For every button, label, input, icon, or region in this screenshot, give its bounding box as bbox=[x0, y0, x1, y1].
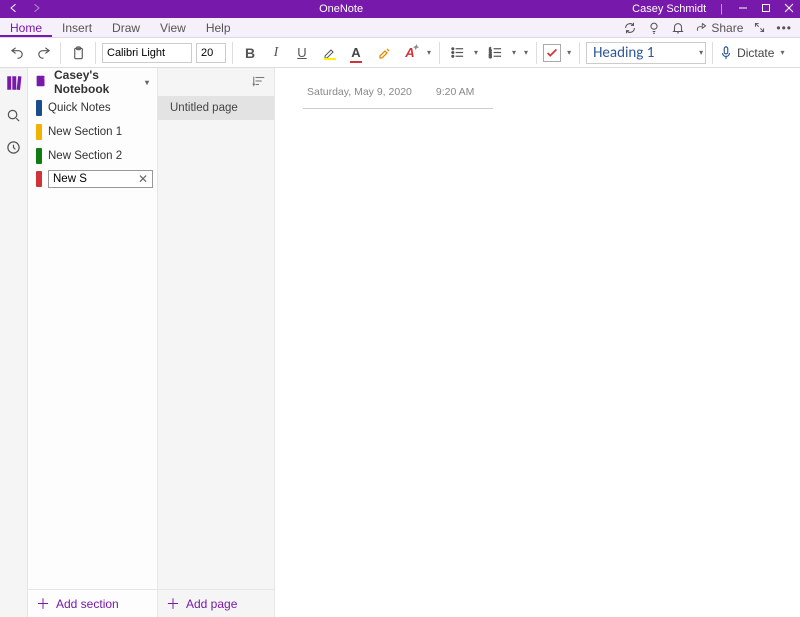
section-name-input[interactable] bbox=[49, 171, 134, 187]
dictate-label: Dictate bbox=[737, 46, 774, 60]
underline-button[interactable]: U bbox=[291, 42, 313, 64]
divider bbox=[439, 42, 440, 64]
share-button[interactable]: Share bbox=[695, 21, 743, 35]
dictate-button[interactable]: Dictate ▾ bbox=[719, 45, 786, 61]
bullet-list-button[interactable] bbox=[446, 42, 468, 64]
section-color-icon bbox=[36, 148, 42, 164]
clear-formatting-button[interactable] bbox=[373, 42, 395, 64]
page-canvas[interactable]: Saturday, May 9, 2020 9:20 AM bbox=[275, 68, 800, 617]
chevron-down-icon[interactable]: ▾ bbox=[472, 48, 480, 57]
section-label: New Section 2 bbox=[48, 150, 122, 162]
section-label: New Section 1 bbox=[48, 126, 122, 138]
ribbon-tabs: HomeInsertDrawViewHelp Share ••• bbox=[0, 18, 800, 38]
svg-text:3: 3 bbox=[488, 54, 491, 59]
plus-icon: ＋ bbox=[36, 594, 50, 614]
pages-panel: Untitled page ＋ Add page bbox=[158, 68, 275, 617]
chevron-down-icon: ▾ bbox=[143, 78, 151, 87]
page-time: 9:20 AM bbox=[436, 86, 475, 98]
maximize-button[interactable] bbox=[754, 3, 777, 16]
page-header: Saturday, May 9, 2020 9:20 AM bbox=[303, 86, 493, 109]
lightbulb-icon[interactable] bbox=[647, 21, 661, 35]
sort-icon[interactable] bbox=[252, 74, 266, 91]
section-color-icon bbox=[36, 100, 42, 116]
notebook-icon bbox=[34, 74, 48, 91]
redo-button[interactable] bbox=[32, 42, 54, 64]
add-page-button[interactable]: ＋ Add page bbox=[158, 589, 274, 617]
notebook-name: Casey's Notebook bbox=[54, 68, 137, 96]
user-name[interactable]: Casey Schmidt bbox=[632, 3, 712, 15]
highlight-button[interactable] bbox=[319, 42, 341, 64]
more-icon[interactable]: ••• bbox=[776, 21, 792, 35]
section-color-icon bbox=[36, 171, 42, 187]
divider bbox=[232, 42, 233, 64]
divider bbox=[95, 42, 96, 64]
app-title: OneNote bbox=[50, 3, 632, 15]
notebooks-icon[interactable] bbox=[5, 74, 23, 92]
notebook-picker[interactable]: Casey's Notebook ▾ bbox=[28, 68, 157, 96]
search-icon[interactable] bbox=[5, 106, 23, 124]
add-page-label: Add page bbox=[186, 597, 237, 611]
page-item[interactable]: Untitled page bbox=[158, 96, 274, 120]
chevron-down-icon: ▾ bbox=[697, 48, 705, 57]
ribbon-home: B I U A A✦ ▾ ▾ 123 ▾ ▾ ▾ Heading 1 ▾ Dic… bbox=[0, 38, 800, 68]
italic-button[interactable]: I bbox=[265, 42, 287, 64]
format-painter-button[interactable]: A✦ bbox=[399, 42, 421, 64]
share-label: Share bbox=[711, 21, 743, 35]
number-list-button[interactable]: 123 bbox=[484, 42, 506, 64]
section-item-editing[interactable]: ✕ bbox=[28, 168, 157, 190]
separator: | bbox=[712, 3, 731, 15]
chevron-down-icon[interactable]: ▾ bbox=[565, 48, 573, 57]
chevron-down-icon[interactable]: ▾ bbox=[522, 48, 530, 57]
section-item[interactable]: New Section 1 bbox=[28, 120, 157, 144]
page-date: Saturday, May 9, 2020 bbox=[307, 86, 412, 98]
close-button[interactable] bbox=[777, 3, 800, 16]
divider bbox=[536, 42, 537, 64]
divider bbox=[579, 42, 580, 64]
sections-panel: Casey's Notebook ▾ Quick Notes New Sectio… bbox=[28, 68, 158, 617]
undo-button[interactable] bbox=[6, 42, 28, 64]
section-color-icon bbox=[36, 124, 42, 140]
clear-icon[interactable]: ✕ bbox=[134, 172, 152, 186]
tab-help[interactable]: Help bbox=[196, 19, 241, 37]
section-item[interactable]: Quick Notes bbox=[28, 96, 157, 120]
section-label: Quick Notes bbox=[48, 102, 111, 114]
title-bar: OneNote Casey Schmidt | bbox=[0, 0, 800, 18]
bell-icon[interactable] bbox=[671, 21, 685, 35]
nav-rail bbox=[0, 68, 28, 617]
minimize-button[interactable] bbox=[731, 3, 754, 16]
tab-draw[interactable]: Draw bbox=[102, 19, 150, 37]
tab-view[interactable]: View bbox=[150, 19, 196, 37]
chevron-down-icon: ▾ bbox=[778, 48, 786, 57]
font-color-button[interactable]: A bbox=[345, 42, 367, 64]
styles-dropdown[interactable]: Heading 1 ▾ bbox=[586, 42, 706, 64]
section-item[interactable]: New Section 2 bbox=[28, 144, 157, 168]
divider bbox=[60, 42, 61, 64]
style-name: Heading 1 bbox=[587, 44, 697, 62]
bold-button[interactable]: B bbox=[239, 42, 261, 64]
fullscreen-icon[interactable] bbox=[753, 21, 766, 34]
add-section-button[interactable]: ＋ Add section bbox=[28, 589, 157, 617]
forward-icon[interactable] bbox=[30, 2, 42, 17]
font-name-input[interactable] bbox=[102, 43, 192, 63]
plus-icon: ＋ bbox=[166, 594, 180, 614]
tab-home[interactable]: Home bbox=[0, 19, 52, 37]
recent-icon[interactable] bbox=[5, 138, 23, 156]
clipboard-button[interactable] bbox=[67, 42, 89, 64]
add-section-label: Add section bbox=[56, 597, 119, 611]
sync-icon[interactable] bbox=[623, 21, 637, 35]
font-size-input[interactable] bbox=[196, 43, 226, 63]
todo-tag-button[interactable] bbox=[543, 44, 561, 62]
divider bbox=[712, 42, 713, 64]
tab-insert[interactable]: Insert bbox=[52, 19, 102, 37]
chevron-down-icon[interactable]: ▾ bbox=[510, 48, 518, 57]
back-icon[interactable] bbox=[8, 2, 20, 17]
chevron-down-icon[interactable]: ▾ bbox=[425, 48, 433, 57]
